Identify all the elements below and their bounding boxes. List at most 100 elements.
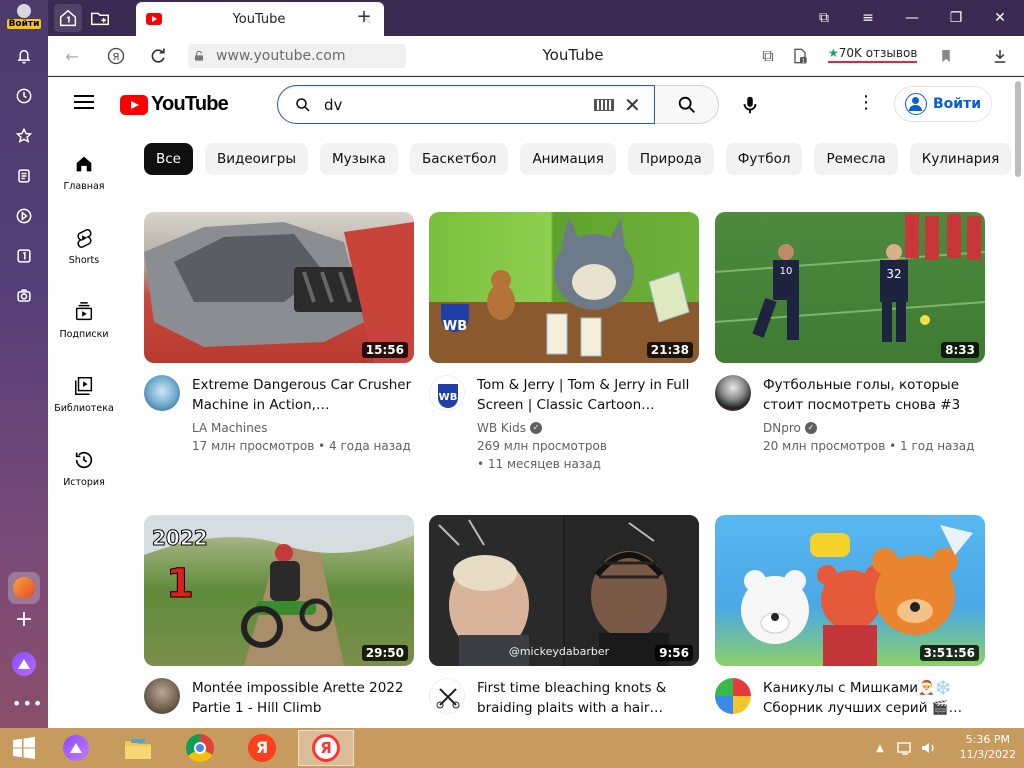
video-title[interactable]: Montée impossible Arette 2022 Partie 1 -…: [192, 678, 414, 718]
minimize-button[interactable]: —: [898, 6, 926, 30]
video-card[interactable]: WB 21:38 WB Tom & Jerry | Tom & Jerry in…: [429, 212, 699, 473]
sidebar-more-icon[interactable]: •••: [12, 694, 42, 713]
yandex-button[interactable]: Я: [104, 44, 128, 68]
browser-menu-icon[interactable]: ≡: [854, 6, 882, 30]
yandex-browser-taskbar-icon[interactable]: Я: [298, 730, 354, 766]
youtube-play-icon: [120, 94, 148, 115]
bookmarks-star-icon[interactable]: [8, 120, 40, 152]
site-reviews-link[interactable]: ★70K отзывов: [828, 46, 918, 63]
add-sidebar-app-button[interactable]: +: [8, 606, 40, 634]
chip-videogames[interactable]: Видеоигры: [205, 143, 309, 175]
hamburger-menu-icon[interactable]: [74, 95, 94, 109]
sidebar-app-button[interactable]: [8, 572, 40, 604]
sign-in-button[interactable]: Войти: [894, 86, 992, 122]
channel-avatar[interactable]: [715, 678, 751, 714]
video-title[interactable]: Каникулы с Мишками🎅❄️ Сборник лучших сер…: [763, 678, 985, 718]
tray-chevron-icon[interactable]: ▲: [870, 730, 890, 766]
chip-cooking[interactable]: Кулинария: [909, 143, 1012, 175]
video-title[interactable]: Extreme Dangerous Car Crusher Machine in…: [192, 375, 414, 415]
youtube-logo[interactable]: YouTube: [120, 93, 229, 116]
screenshot-camera-icon[interactable]: [8, 280, 40, 312]
alice-taskbar-icon[interactable]: [54, 730, 98, 766]
video-thumbnail[interactable]: 10 32 8:33: [715, 212, 985, 363]
youtube-page: YouTube ✕ ⋮ Войти Главная Shorts Подписк…: [48, 77, 1012, 728]
chip-animation[interactable]: Анимация: [520, 143, 616, 175]
video-title[interactable]: First time bleaching knots & braiding pl…: [477, 678, 699, 718]
new-tab-group-icon[interactable]: [86, 4, 114, 32]
keyboard-icon[interactable]: [594, 98, 614, 111]
video-title[interactable]: Tom & Jerry | Tom & Jerry in Full Screen…: [477, 375, 699, 415]
back-arrow-icon[interactable]: ←: [60, 44, 84, 68]
settings-more-icon[interactable]: ⋮: [854, 91, 878, 117]
nav-library[interactable]: Библиотека: [48, 375, 120, 435]
reader-mode-icon[interactable]: ⧉: [756, 44, 780, 68]
video-card[interactable]: 3:51:56 Каникулы с Мишками🎅❄️ Сборник лу…: [715, 515, 985, 718]
chip-crafts[interactable]: Ремесла: [814, 143, 898, 175]
video-title[interactable]: Футбольные голы, которые стоит посмотрет…: [763, 375, 985, 415]
nav-shorts[interactable]: Shorts: [48, 227, 120, 287]
history-clock-icon[interactable]: [8, 80, 40, 112]
home-tab-icon[interactable]: [54, 4, 82, 32]
video-play-icon[interactable]: [8, 200, 40, 232]
scrollbar-thumb[interactable]: [1015, 81, 1021, 177]
reload-icon[interactable]: [146, 44, 170, 68]
tab-manager-icon[interactable]: ⧉: [810, 6, 838, 30]
channel-name[interactable]: WB Kids ✓: [477, 421, 699, 435]
search-button[interactable]: [655, 85, 719, 124]
extensions-icon[interactable]: 1: [788, 44, 812, 68]
tab-one-icon[interactable]: [8, 240, 40, 272]
channel-avatar[interactable]: WB: [429, 375, 465, 411]
nav-history[interactable]: История: [48, 449, 120, 509]
channel-avatar[interactable]: [144, 678, 180, 714]
alice-assistant-icon[interactable]: [12, 652, 36, 676]
chip-all[interactable]: Все: [144, 143, 193, 175]
channel-name[interactable]: DNpro ✓: [763, 421, 985, 435]
page-scrollbar[interactable]: [1012, 77, 1024, 728]
video-card[interactable]: 2022 1 29:50 Montée impossible Arette 20…: [144, 515, 414, 718]
page-title: YouTube: [542, 46, 604, 64]
search-input[interactable]: [324, 95, 574, 114]
collections-icon[interactable]: [8, 160, 40, 192]
chip-football[interactable]: Футбол: [725, 143, 803, 175]
chip-music[interactable]: Музыка: [320, 143, 398, 175]
new-tab-button[interactable]: +: [352, 6, 376, 30]
channel-avatar[interactable]: [144, 375, 180, 411]
channel-avatar[interactable]: [715, 375, 751, 411]
file-explorer-icon[interactable]: [116, 730, 160, 766]
system-clock[interactable]: 5:36 PM 11/3/2022: [960, 732, 1016, 762]
shorts-icon: [77, 229, 92, 248]
windows-logo-icon: [13, 737, 35, 759]
video-card[interactable]: 10 32 8:33 Футбольные голы, которые стои…: [715, 212, 985, 455]
volume-icon[interactable]: [918, 730, 940, 766]
nav-subscriptions[interactable]: Подписки: [48, 301, 120, 361]
video-thumbnail[interactable]: @mickeydabarber 9:56: [429, 515, 699, 666]
close-window-button[interactable]: ✕: [986, 6, 1014, 30]
video-thumbnail[interactable]: 3:51:56: [715, 515, 985, 666]
profile-login-button[interactable]: Войти: [6, 2, 42, 34]
channel-avatar[interactable]: [429, 678, 465, 714]
home-icon: [76, 156, 92, 172]
yandex-app-icon[interactable]: Я: [240, 730, 284, 766]
video-thumbnail[interactable]: WB 21:38: [429, 212, 699, 363]
voice-search-button[interactable]: [730, 85, 770, 125]
video-card[interactable]: 15:56 Extreme Dangerous Car Crusher Mach…: [144, 212, 414, 455]
url-field[interactable]: www.youtube.com: [188, 44, 406, 68]
nav-home[interactable]: Главная: [48, 153, 120, 213]
chrome-icon[interactable]: [178, 730, 222, 766]
chip-basketball[interactable]: Баскетбол: [409, 143, 509, 175]
tab-youtube[interactable]: YouTube ✕: [136, 2, 384, 36]
video-thumbnail[interactable]: 15:56: [144, 212, 414, 363]
bookmark-icon[interactable]: [934, 44, 958, 68]
channel-name[interactable]: LA Machines: [192, 421, 414, 435]
network-icon[interactable]: [894, 730, 916, 766]
start-button[interactable]: [2, 730, 46, 766]
video-thumbnail[interactable]: 2022 1 29:50: [144, 515, 414, 666]
lock-icon[interactable]: [192, 49, 206, 63]
chip-nature[interactable]: Природа: [627, 143, 714, 175]
video-card[interactable]: @mickeydabarber 9:56 First time bleachin…: [429, 515, 699, 718]
notifications-bell-icon[interactable]: [8, 40, 40, 72]
car-crusher-image: [144, 222, 414, 363]
downloads-icon[interactable]: [988, 44, 1012, 68]
clear-search-icon[interactable]: ✕: [624, 93, 641, 117]
restore-button[interactable]: ❐: [942, 6, 970, 30]
